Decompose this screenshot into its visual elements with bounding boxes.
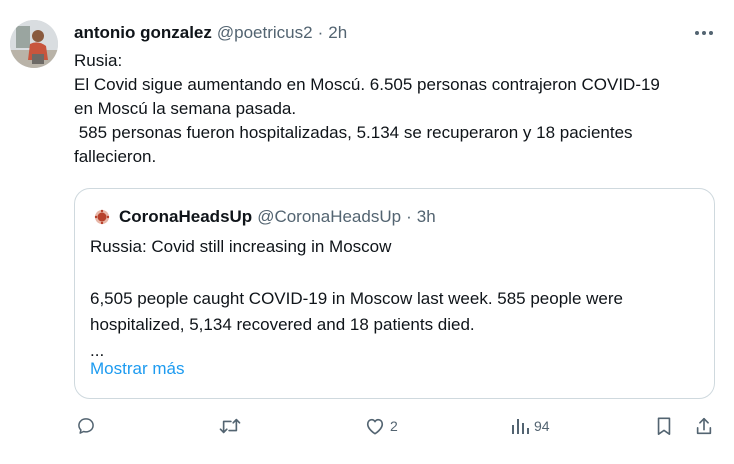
quote-timestamp[interactable]: 3h: [417, 207, 436, 227]
retweet-icon: [219, 418, 241, 434]
tweet-line: fallecieron.: [74, 147, 157, 166]
separator-dot: ·: [317, 23, 324, 42]
tweet-line: El Covid sigue aumentando en Moscú. 6.50…: [74, 75, 660, 94]
quote-avatar[interactable]: [93, 208, 111, 226]
tweet-line: Rusia:: [74, 51, 123, 70]
retweet-button[interactable]: [218, 413, 246, 439]
views-button[interactable]: 94: [510, 413, 550, 439]
more-button[interactable]: [692, 22, 716, 44]
bookmark-button[interactable]: [655, 413, 673, 439]
tweet-header: antonio gonzalez @poetricus2 · 2h: [74, 22, 347, 44]
share-button[interactable]: [694, 413, 714, 439]
reply-icon: [78, 418, 94, 434]
author-name[interactable]: antonio gonzalez: [74, 23, 212, 43]
quote-header: CoronaHeadsUp @CoronaHeadsUp · 3h: [93, 206, 436, 228]
quote-line: hospitalized, 5,134 recovered and 18 pat…: [90, 315, 475, 334]
views-count: 94: [534, 418, 550, 434]
quote-author-name[interactable]: CoronaHeadsUp: [119, 207, 252, 227]
separator-dot: ·: [406, 207, 412, 226]
tweet-card[interactable]: antonio gonzalez @poetricus2 · 2h Rusia:…: [0, 0, 734, 464]
views-icon: [512, 419, 529, 434]
author-handle[interactable]: @poetricus2: [217, 23, 313, 43]
show-more-link[interactable]: Mostrar más: [90, 359, 184, 379]
quote-author-handle[interactable]: @CoronaHeadsUp: [257, 207, 401, 227]
like-count: 2: [390, 418, 398, 434]
tweet-timestamp[interactable]: 2h: [328, 23, 347, 43]
tweet-line: 585 personas fueron hospitalizadas, 5.13…: [74, 123, 633, 142]
quote-line: Russia: Covid still increasing in Moscow: [90, 237, 392, 256]
quote-line: [90, 260, 700, 286]
bookmark-icon: [657, 417, 671, 435]
quote-line: 6,505 people caught COVID-19 in Moscow l…: [90, 289, 623, 308]
share-icon: [696, 417, 712, 435]
heart-icon: [366, 418, 384, 435]
reply-button[interactable]: [76, 413, 100, 439]
quoted-tweet[interactable]: CoronaHeadsUp @CoronaHeadsUp · 3h Russia…: [74, 188, 715, 399]
tweet-text: Rusia: El Covid sigue aumentando en Mosc…: [74, 49, 719, 169]
more-horizontal-icon: [695, 31, 713, 35]
like-button[interactable]: 2: [364, 413, 398, 439]
avatar[interactable]: [10, 20, 58, 68]
tweet-line: en Moscú la semana pasada.: [74, 99, 297, 118]
quote-text: Russia: Covid still increasing in Moscow…: [90, 234, 700, 364]
